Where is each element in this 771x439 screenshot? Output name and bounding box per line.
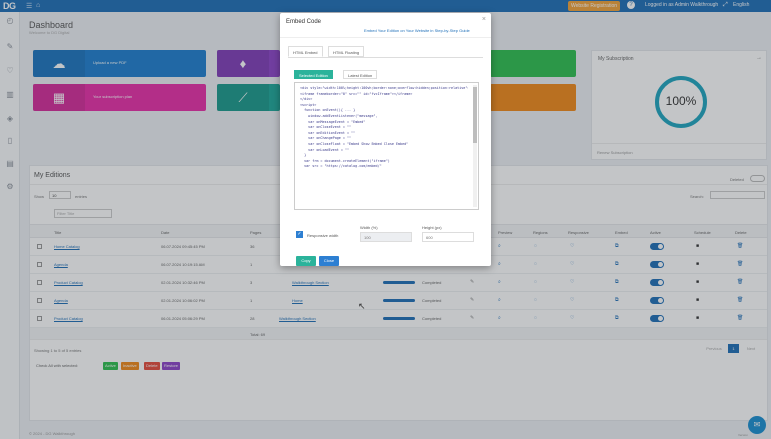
- height-input[interactable]: 600: [422, 232, 474, 242]
- copy-button[interactable]: Copy: [296, 256, 316, 266]
- embed-code-text: <div style="width:100%;height:100vh;bord…: [300, 86, 468, 169]
- responsive-label: Responsive width: [307, 233, 339, 238]
- embed-code-modal: Embed Code × Embed Your Edition on Your …: [280, 13, 491, 266]
- width-input[interactable]: 100: [360, 232, 412, 242]
- tab-latest-edition[interactable]: Latest Edition: [343, 70, 378, 79]
- tab-html-floating[interactable]: HTML Floating: [328, 46, 365, 57]
- embed-code-textarea[interactable]: <div style="width:100%;height:100vh;bord…: [294, 82, 479, 210]
- responsive-checkbox[interactable]: ✓: [296, 231, 303, 238]
- tab-selected-edition[interactable]: Selected Edition: [294, 70, 333, 79]
- guide-link[interactable]: Embed Your Edition on Your Website in St…: [364, 28, 470, 33]
- divider: [280, 37, 491, 38]
- close-icon[interactable]: ×: [482, 16, 486, 23]
- tab-divider: [288, 57, 483, 58]
- close-button[interactable]: Close: [319, 256, 339, 266]
- width-label: Width (%): [360, 225, 378, 230]
- tab-html-embed[interactable]: HTML Embed: [288, 46, 323, 57]
- mouse-cursor-icon: ↖: [358, 301, 366, 311]
- scrollbar-thumb[interactable]: [473, 87, 477, 143]
- modal-title: Embed Code: [286, 19, 322, 25]
- height-label: Height (px): [422, 225, 442, 230]
